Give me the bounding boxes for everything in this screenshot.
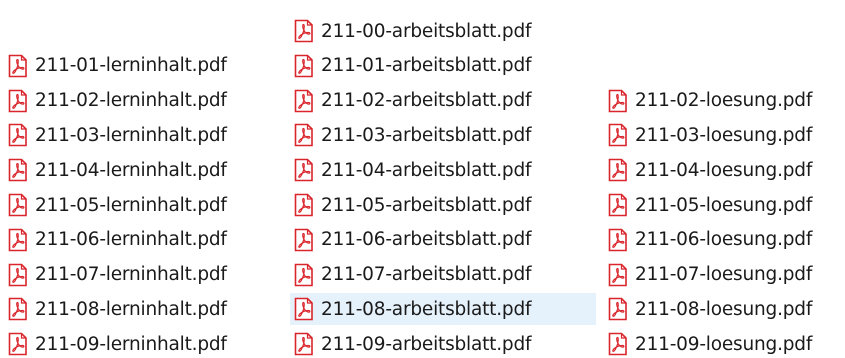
file-item[interactable]: 211-05-arbeitsblatt.pdf — [290, 189, 596, 221]
file-item[interactable]: 211-09-loesung.pdf — [604, 328, 834, 358]
file-item[interactable]: 211-05-loesung.pdf — [604, 189, 834, 221]
pdf-file-icon — [294, 54, 313, 78]
file-item[interactable]: 211-08-lerninhalt.pdf — [4, 293, 274, 325]
file-name-label: 211-07-arbeitsblatt.pdf — [321, 264, 532, 286]
pdf-file-icon — [8, 263, 27, 286]
pdf-file-icon — [8, 54, 27, 78]
pdf-file-icon — [8, 158, 27, 182]
file-item[interactable]: 211-02-lerninhalt.pdf — [4, 85, 274, 117]
pdf-file-icon — [608, 158, 627, 182]
pdf-file-icon — [608, 332, 627, 356]
pdf-file-icon — [608, 193, 627, 217]
pdf-file-icon — [8, 124, 27, 147]
file-name-label: 211-03-arbeitsblatt.pdf — [321, 124, 532, 146]
pdf-file-icon — [608, 298, 627, 321]
file-name-label: 211-05-loesung.pdf — [635, 194, 813, 216]
pdf-file-icon — [608, 89, 627, 112]
pdf-file-icon — [294, 298, 313, 321]
file-name-label: 211-01-lerninhalt.pdf — [35, 55, 227, 77]
file-item[interactable]: 211-04-lerninhalt.pdf — [4, 154, 274, 186]
file-name-label: 211-08-lerninhalt.pdf — [35, 298, 227, 320]
file-name-label: 211-03-lerninhalt.pdf — [35, 124, 227, 146]
pdf-file-icon — [294, 19, 313, 43]
file-item[interactable]: 211-03-arbeitsblatt.pdf — [290, 119, 596, 151]
pdf-file-icon — [294, 332, 313, 356]
pdf-file-icon — [8, 332, 27, 356]
file-item[interactable]: 211-06-arbeitsblatt.pdf — [290, 224, 596, 256]
file-name-label: 211-02-loesung.pdf — [635, 90, 813, 112]
file-item[interactable]: 211-03-lerninhalt.pdf — [4, 119, 274, 151]
file-name-label: 211-05-arbeitsblatt.pdf — [321, 194, 532, 216]
file-item[interactable]: 211-01-arbeitsblatt.pdf — [290, 50, 596, 82]
pdf-file-icon — [294, 193, 313, 217]
file-item[interactable]: 211-06-lerninhalt.pdf — [4, 224, 274, 256]
file-name-label: 211-04-loesung.pdf — [635, 159, 813, 181]
file-name-label: 211-00-arbeitsblatt.pdf — [321, 20, 532, 42]
pdf-file-icon — [294, 158, 313, 182]
pdf-file-icon — [8, 228, 27, 252]
pdf-file-icon — [8, 298, 27, 321]
file-name-label: 211-02-arbeitsblatt.pdf — [321, 90, 532, 112]
file-item[interactable]: 211-06-loesung.pdf — [604, 224, 834, 256]
file-name-label: 211-01-arbeitsblatt.pdf — [321, 55, 532, 77]
file-item[interactable]: 211-08-arbeitsblatt.pdf — [290, 293, 596, 326]
pdf-file-icon — [608, 263, 627, 286]
file-name-label: 211-07-loesung.pdf — [635, 264, 813, 286]
file-name-label: 211-06-loesung.pdf — [635, 229, 813, 251]
file-name-label: 211-09-loesung.pdf — [635, 333, 813, 355]
file-name-label: 211-02-lerninhalt.pdf — [35, 90, 227, 112]
file-item[interactable]: 211-00-arbeitsblatt.pdf — [290, 15, 596, 47]
pdf-file-icon — [294, 263, 313, 286]
pdf-file-icon — [8, 193, 27, 217]
file-item[interactable]: 211-03-loesung.pdf — [604, 119, 834, 151]
file-item[interactable]: 211-04-arbeitsblatt.pdf — [290, 154, 596, 186]
file-name-label: 211-04-lerninhalt.pdf — [35, 159, 227, 181]
file-item[interactable]: 211-07-arbeitsblatt.pdf — [290, 259, 596, 291]
file-name-label: 211-09-arbeitsblatt.pdf — [321, 333, 532, 355]
pdf-file-icon — [8, 89, 27, 112]
file-item[interactable]: 211-04-loesung.pdf — [604, 154, 834, 186]
pdf-file-icon — [294, 228, 313, 252]
file-name-label: 211-03-loesung.pdf — [635, 124, 813, 146]
file-name-label: 211-09-lerninhalt.pdf — [35, 333, 227, 355]
file-item[interactable]: 211-01-lerninhalt.pdf — [4, 50, 274, 82]
file-name-label: 211-04-arbeitsblatt.pdf — [321, 159, 532, 181]
file-item[interactable]: 211-05-lerninhalt.pdf — [4, 189, 274, 221]
file-name-label: 211-05-lerninhalt.pdf — [35, 194, 227, 216]
file-name-label: 211-06-arbeitsblatt.pdf — [321, 229, 532, 251]
file-item[interactable]: 211-02-arbeitsblatt.pdf — [290, 85, 596, 117]
pdf-file-icon — [294, 89, 313, 112]
file-item[interactable]: 211-09-lerninhalt.pdf — [4, 328, 274, 358]
pdf-file-icon — [294, 124, 313, 147]
pdf-file-icon — [608, 228, 627, 252]
file-name-label: 211-08-loesung.pdf — [635, 298, 813, 320]
file-item[interactable]: 211-08-loesung.pdf — [604, 293, 834, 325]
file-item[interactable]: 211-02-loesung.pdf — [604, 85, 834, 117]
file-name-label: 211-06-lerninhalt.pdf — [35, 229, 227, 251]
file-item[interactable]: 211-07-lerninhalt.pdf — [4, 259, 274, 291]
file-name-label: 211-07-lerninhalt.pdf — [35, 264, 227, 286]
file-name-label: 211-08-arbeitsblatt.pdf — [321, 298, 532, 320]
file-item[interactable]: 211-09-arbeitsblatt.pdf — [290, 328, 596, 358]
pdf-file-icon — [608, 124, 627, 147]
file-item[interactable]: 211-07-loesung.pdf — [604, 259, 834, 291]
